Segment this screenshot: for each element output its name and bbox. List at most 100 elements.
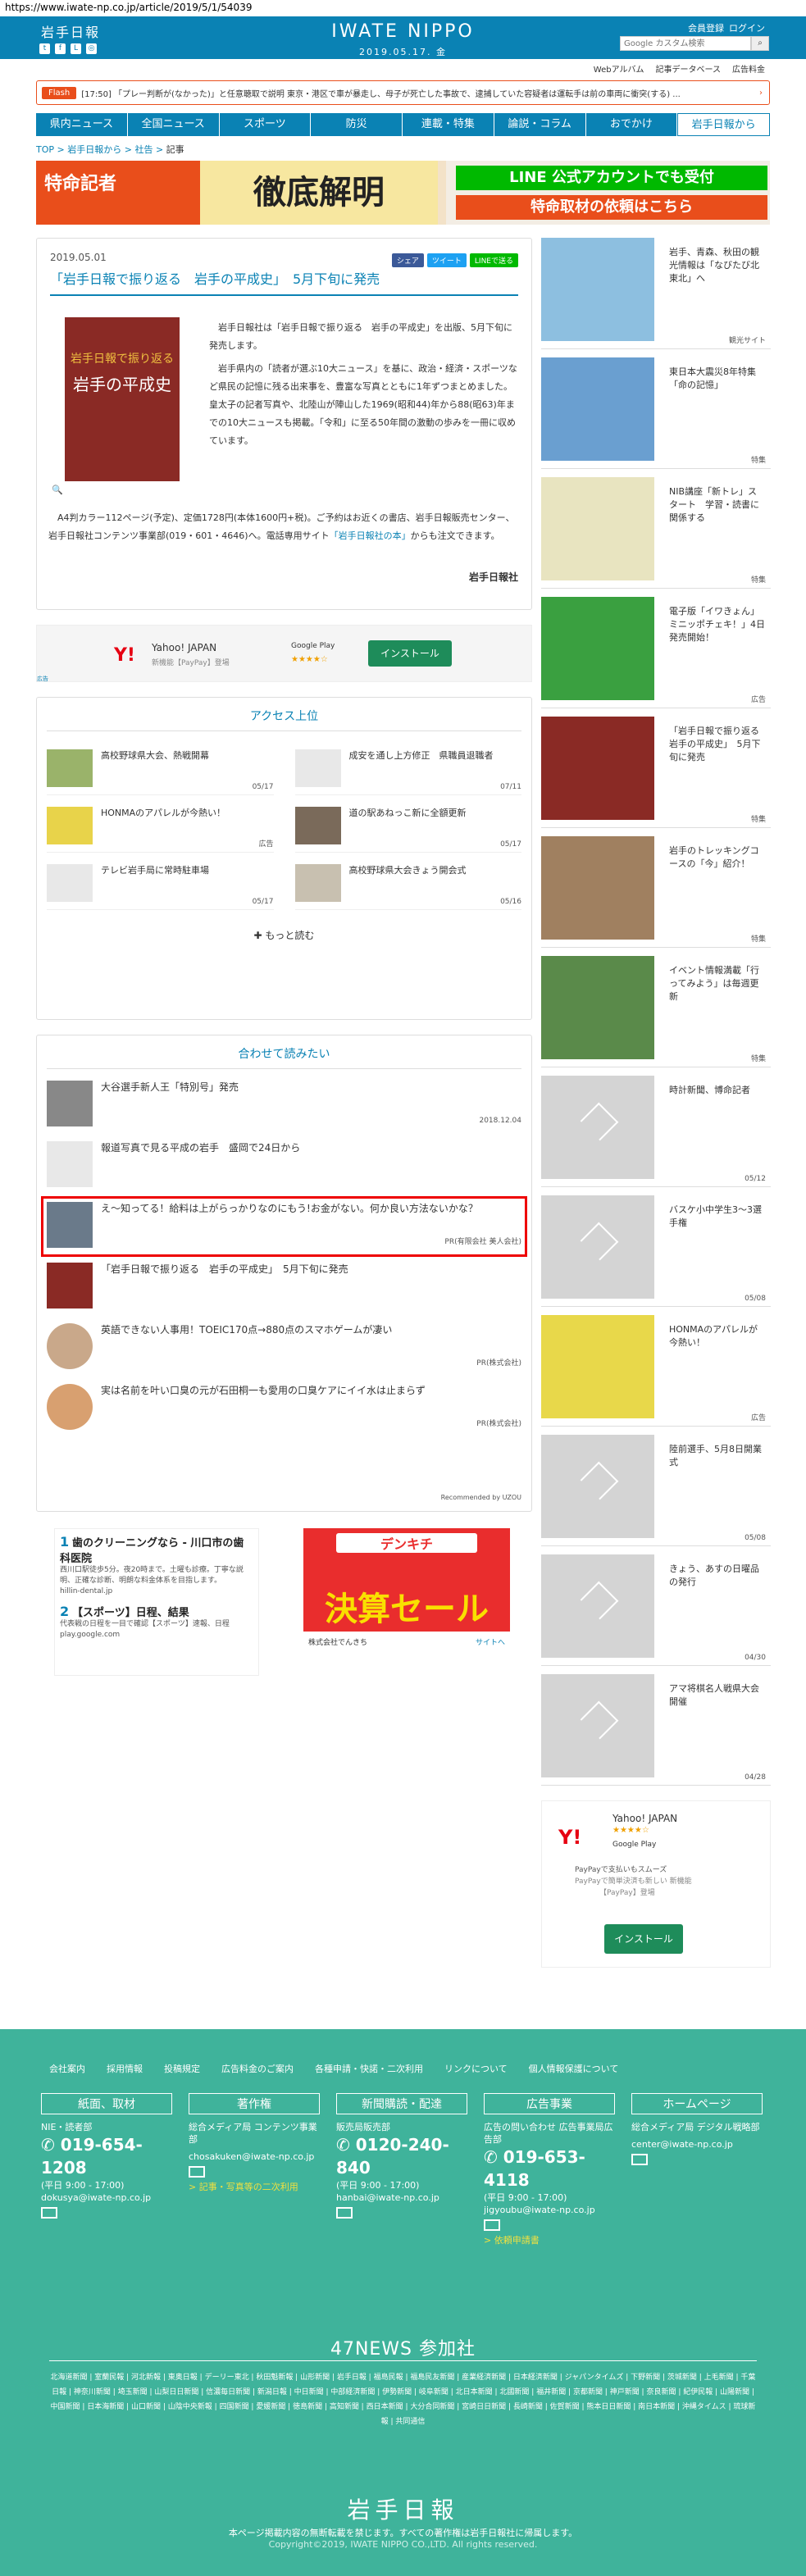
footer-link[interactable]: 各種申請・快諾・二次利用 — [315, 2062, 423, 2075]
related-item[interactable]: 英語できない人事用！TOEIC170点→880点のスマホゲームが凄い PR(株式会… — [47, 1323, 521, 1372]
ranking-item[interactable]: 高校野球県大会きょう開会式 05/16 — [294, 864, 521, 910]
special-reporter-banner[interactable]: 特命記者 徹底解明 LINE 公式アカウントでも受付 特命取材の依頼はこちら — [36, 161, 770, 225]
sidebar-item[interactable]: 東日本大震災8年特集「命の記憶」 特集 — [541, 357, 771, 469]
sidebar-yahoo-ad[interactable]: Y! Yahoo! JAPAN ★★★★☆ Google Play PayPay… — [541, 1800, 771, 1968]
footer-link[interactable]: 投稿規定 — [164, 2062, 200, 2075]
ranking-item[interactable]: テレビ岩手局に常時駐車場 05/17 — [47, 864, 274, 910]
sidebar-item[interactable]: NIB講座「新トレ」スタート 学習・読書に関係する 特集 — [541, 477, 771, 589]
sidebar-item[interactable]: 時計新聞、博命記者 05/12 — [541, 1076, 771, 1187]
search-icon[interactable]: ⌕ — [751, 36, 769, 51]
dengeki-sale-ad[interactable]: デンキチ 決算セール 株式会社でんきち サイトへ — [303, 1528, 510, 1676]
text-ad[interactable]: 1 歯のクリーニングなら - 川口市の歯科医院 西川口駅徒歩5分。夜20時まで。… — [54, 1528, 259, 1676]
breadcrumb-from-nippo[interactable]: 岩手日報から — [67, 144, 121, 155]
breadcrumb-top[interactable]: TOP — [36, 144, 54, 155]
related-item-sponsored[interactable]: え〜知ってる！給料は上がらっかりなのにもう!お金がない。何か良い方法ないかな？ P… — [41, 1196, 527, 1257]
phone-number[interactable]: ✆ 019-654-1208 — [41, 2133, 172, 2179]
main-nav: 県内ニュース 全国ニュース スポーツ 防災 連載・特集 論説・コラム おでかけ … — [36, 113, 770, 136]
email-link[interactable]: hanbai@iwate-np.co.jp — [336, 2191, 467, 2204]
yahoo-app-ad[interactable]: Y! Yahoo! JAPAN 新機能【PayPay】登場 Google Pla… — [36, 625, 532, 682]
books-link[interactable]: 「岩手日報社の本」 — [330, 530, 411, 541]
sidebar-item[interactable]: きょう、あすの日曜品の発行 04/30 — [541, 1554, 771, 1666]
url-bar[interactable]: https://www.iwate-np.co.jp/article/2019/… — [0, 0, 806, 16]
sidebar-item[interactable]: HONMAのアパレルが今熱い！ 広告 — [541, 1315, 771, 1427]
thumbnail — [47, 1202, 93, 1248]
breadcrumb-notice[interactable]: 社告 — [134, 144, 153, 155]
phone-number[interactable]: ✆ 019-653-4118 — [484, 2146, 615, 2191]
banner-line-button[interactable]: LINE 公式アカウントでも受付 — [456, 166, 767, 190]
footer-logo[interactable]: 岩手日報 — [0, 2492, 806, 2525]
ranking-title: アクセス上位 — [47, 708, 521, 731]
search-input[interactable] — [620, 36, 751, 51]
tweet-button[interactable]: ツイート — [426, 253, 467, 267]
nav-item-features[interactable]: 連載・特集 — [403, 113, 494, 136]
ranking-item[interactable]: HONMAのアパレルが今熱い！ 広告 — [47, 807, 274, 853]
footer-link[interactable]: 採用情報 — [107, 2062, 143, 2075]
recommended-by[interactable]: Recommended by UZOU — [441, 1494, 521, 1501]
footer-link[interactable]: 個人情報保護について — [529, 2062, 619, 2075]
footer-col-editorial: 紙面、取材 NIE・読者部 ✆ 019-654-1208 (平日 9:00 - … — [41, 2093, 172, 2246]
web-album-link[interactable]: Webアルバム — [594, 62, 644, 75]
login-link[interactable]: ログイン — [729, 21, 765, 34]
footer: 会社案内 採用情報 投稿規定 広告料金のご案内 各種申請・快諾・二次利用 リンク… — [0, 2029, 806, 2576]
related-item[interactable]: 実は名前を叶い口臭の元が石田桐一も愛用の口臭ケアにイイ水は止まらず PR(株式会社… — [47, 1384, 521, 1433]
line-share-button[interactable]: LINEで送る — [469, 253, 518, 267]
flash-text[interactable]: [17:50] 「プレー判断が(なかった)」と任意聴取で説明 東京・港区で車が暴… — [81, 87, 681, 99]
sidebar-item[interactable]: 岩手のトレッキングコースの「今」紹介！ 特集 — [541, 836, 771, 948]
sidebar-item[interactable]: 「岩手日報で振り返る 岩手の平成史」 5月下旬に発売 特集 — [541, 717, 771, 828]
footer-link[interactable]: リンクについて — [444, 2062, 508, 2075]
sidebar-item[interactable]: 岩手、青森、秋田の観光情報は「なびたび北東北」へ 観光サイト — [541, 238, 771, 349]
footer-link[interactable]: 会社案内 — [49, 2062, 85, 2075]
ad-label[interactable]: 広告 — [37, 675, 48, 683]
thumbnail — [541, 477, 654, 580]
banner-request-button[interactable]: 特命取材の依頼はこちら — [456, 195, 767, 220]
rating-stars: ★★★★☆ — [291, 655, 328, 664]
partner-papers[interactable]: 北海道新聞 | 室蘭民報 | 河北新報 | 東奥日報 | デーリー東北 | 秋田… — [49, 2370, 757, 2429]
email-link[interactable]: chosakuken@iwate-np.co.jp — [189, 2150, 320, 2163]
nav-item-sports[interactable]: スポーツ — [220, 113, 312, 136]
footer-link[interactable]: 広告料金のご案内 — [221, 2062, 294, 2075]
zoom-icon[interactable]: 🔍 — [52, 485, 63, 495]
footer-col-advertising: 広告事業 広告の問い合わせ 広告事業局広告部 ✆ 019-653-4118 (平… — [484, 2093, 615, 2246]
related-item[interactable]: 「岩手日報で振り返る 岩手の平成史」 5月下旬に発売 — [47, 1263, 521, 1312]
book-cover-image[interactable]: 岩手日報で振り返る 岩手の平成史 — [65, 317, 180, 481]
ad-rates-link[interactable]: 広告料金 — [732, 62, 765, 75]
ranking-item[interactable]: 高校野球県大会、熱戦開幕 05/17 — [47, 749, 274, 795]
chevron-right-icon[interactable]: › — [759, 89, 763, 98]
mail-icon[interactable] — [631, 2154, 648, 2165]
flash-news-bar[interactable]: Flash [17:50] 「プレー判断が(なかった)」と任意聴取で説明 東京・… — [36, 80, 770, 105]
related-item[interactable]: 大谷選手新人王「特別号」発売 2018.12.04 — [47, 1081, 521, 1130]
secondary-use-link[interactable]: > 記事・写真等の二次利用 — [189, 2181, 320, 2193]
install-button[interactable]: インストール — [368, 640, 452, 667]
ranking-item[interactable]: 道の駅あねっこ新に全額更新 05/17 — [294, 807, 521, 853]
related-section: 合わせて読みたい 大谷選手新人王「特別号」発売 2018.12.04 報道写真で見… — [36, 1035, 532, 1512]
sidebar-item[interactable]: イベント情報満載「行ってみよう」は毎週更新 特集 — [541, 956, 771, 1067]
nav-item-national-news[interactable]: 全国ニュース — [128, 113, 220, 136]
ranking-item[interactable]: 成安を通し上方修正 県職員退職者 07/11 — [294, 749, 521, 795]
nav-item-from-nippo[interactable]: 岩手日報から — [677, 113, 770, 136]
sidebar-item[interactable]: 電子版「イワきょん」ミニッポチェキ！」4日発売開始！ 広告 — [541, 597, 771, 708]
nav-item-disaster[interactable]: 防災 — [311, 113, 403, 136]
mail-icon[interactable] — [484, 2219, 500, 2231]
thumbnail — [294, 749, 341, 787]
sidebar-item[interactable]: バスケ小中学生3〜3選手権 05/08 — [541, 1195, 771, 1307]
nav-item-opinion[interactable]: 論説・コラム — [494, 113, 586, 136]
database-link[interactable]: 記事データベース — [656, 62, 722, 75]
sidebar-item[interactable]: 陸前選手、5月8日開業式 05/08 — [541, 1435, 771, 1546]
mail-icon[interactable] — [41, 2207, 57, 2219]
facebook-share-button[interactable]: シェア — [391, 253, 424, 267]
application-link[interactable]: > 依頼申請書 — [484, 2234, 615, 2246]
install-button[interactable]: インストール — [604, 1924, 683, 1954]
nav-item-outings[interactable]: おでかけ — [586, 113, 678, 136]
mail-icon[interactable] — [189, 2166, 205, 2178]
nav-item-local-news[interactable]: 県内ニュース — [36, 113, 128, 136]
breadcrumb: TOP > 岩手日報から > 社告 > 記事 — [36, 144, 184, 155]
mail-icon[interactable] — [336, 2207, 353, 2219]
phone-number[interactable]: ✆ 0120-240-840 — [336, 2133, 467, 2179]
email-link[interactable]: center@iwate-np.co.jp — [631, 2138, 763, 2150]
email-link[interactable]: dokusya@iwate-np.co.jp — [41, 2191, 172, 2204]
register-link[interactable]: 会員登録 — [688, 21, 724, 34]
sidebar-item[interactable]: アマ将棋名人戦県大会開催 04/28 — [541, 1674, 771, 1786]
email-link[interactable]: jigyoubu@iwate-np.co.jp — [484, 2204, 615, 2216]
related-item[interactable]: 報道写真で見る平成の岩手 盛岡で24日から — [47, 1141, 521, 1190]
more-button[interactable]: ✚ もっと読む — [47, 928, 521, 942]
